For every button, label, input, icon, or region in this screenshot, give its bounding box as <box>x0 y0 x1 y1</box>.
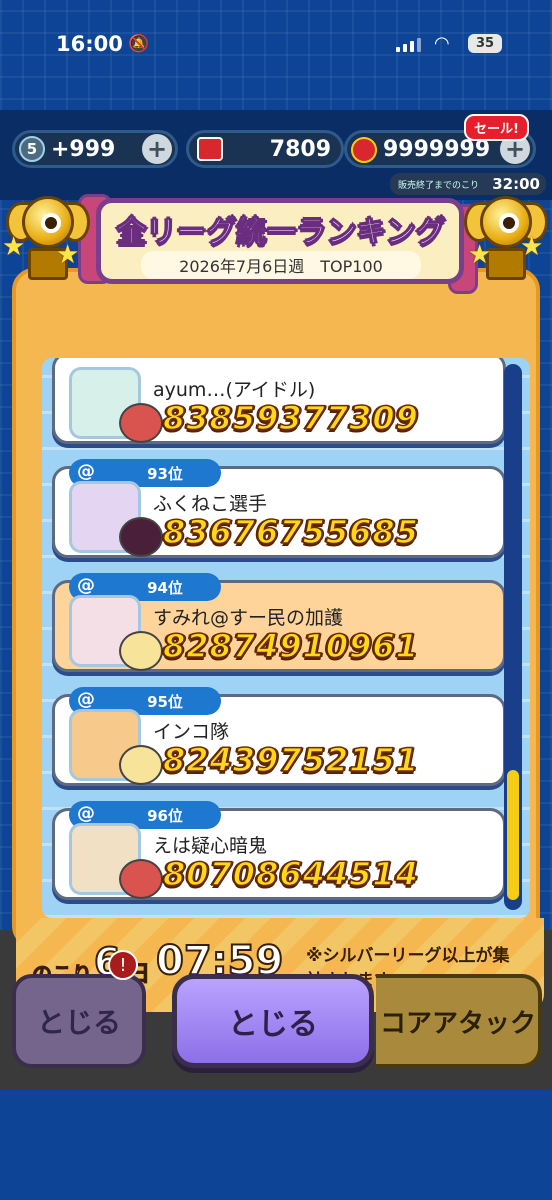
pet-icon <box>119 859 163 899</box>
player-name: ふくねこ選手 <box>153 493 268 515</box>
player-name: すみれ@すー民の加護 <box>153 607 344 629</box>
ranking-panel: ayum…(アイドル) 83859377309 93位 ふくねこ選手 83676… <box>2 194 548 1012</box>
score-attack-button[interactable]: コアアタック! <box>376 974 542 1068</box>
player-name: ayum…(アイドル) <box>153 379 316 401</box>
eye-icon <box>499 213 519 233</box>
bottom-band <box>0 1090 552 1200</box>
ranking-subtitle: 2026年7月6日週 TOP100 <box>141 251 421 279</box>
ticket-icon <box>197 137 223 161</box>
star-icon: ★ <box>520 232 544 262</box>
pet-icon <box>119 403 163 443</box>
player-name: えは疑心暗鬼 <box>153 835 268 857</box>
gem-counter[interactable]: 5 +999 + <box>12 130 178 168</box>
star-icon: ★ <box>56 240 80 270</box>
pet-icon <box>119 517 163 557</box>
ranking-row[interactable]: 95位 インコ隊 82439752151 <box>52 687 506 786</box>
wifi-icon: ◠ <box>434 33 450 54</box>
pet-icon <box>119 745 163 785</box>
eye-icon <box>41 213 61 233</box>
ranking-row[interactable]: 93位 ふくねこ選手 83676755685 <box>52 459 506 558</box>
gem-extra: +999 <box>51 136 116 162</box>
close-button[interactable]: とじる <box>172 974 374 1068</box>
title-banner: 全リーグ統一ランキング 2026年7月6日週 TOP100 <box>96 198 464 284</box>
scrollbar-track[interactable] <box>504 364 522 910</box>
gem-icon: 5 <box>19 136 45 162</box>
pet-icon <box>119 631 163 671</box>
bell-muted-icon: 🔕 <box>128 34 150 54</box>
battery-icon: 35 <box>468 34 502 53</box>
ranking-row[interactable]: ayum…(アイドル) 83859377309 <box>52 358 506 444</box>
ranking-row[interactable]: 96位 えは疑心暗鬼 80708644514 <box>52 801 506 900</box>
signal-icon <box>396 38 421 52</box>
player-score: 82874910961 <box>162 626 419 666</box>
status-bar: 16:00 🔕 ◠ 35 <box>0 0 552 92</box>
notification-badge: ! <box>108 950 138 980</box>
ticket-counter: 7809 <box>186 130 344 168</box>
add-gem-button[interactable]: + <box>142 134 172 164</box>
trophy-left-icon: ★ ★ <box>2 178 90 282</box>
status-time: 16:00 <box>56 32 123 56</box>
panel-body: ayum…(アイドル) 83859377309 93位 ふくねこ選手 83676… <box>12 268 544 1012</box>
player-score: 83859377309 <box>162 398 419 438</box>
scrollbar-thumb[interactable] <box>507 770 519 900</box>
coin-icon <box>351 137 377 163</box>
ticket-count: 7809 <box>269 136 331 162</box>
player-score: 80708644514 <box>162 854 419 894</box>
player-score: 83676755685 <box>162 512 419 552</box>
ranking-row-self[interactable]: 94位 すみれ@すー民の加護 82874910961 <box>52 573 506 672</box>
ranking-list[interactable]: ayum…(アイドル) 83859377309 93位 ふくねこ選手 83676… <box>42 358 530 918</box>
sale-badge[interactable]: セール! <box>464 114 529 141</box>
trophy-right-icon: ★ ★ <box>464 178 548 282</box>
player-score: 82439752151 <box>162 740 419 780</box>
star-icon: ★ <box>468 240 492 270</box>
player-name: インコ隊 <box>153 721 230 743</box>
ranking-title: 全リーグ統一ランキング <box>116 215 446 251</box>
close-button-left[interactable]: とじる <box>12 974 146 1068</box>
star-icon: ★ <box>2 232 26 262</box>
